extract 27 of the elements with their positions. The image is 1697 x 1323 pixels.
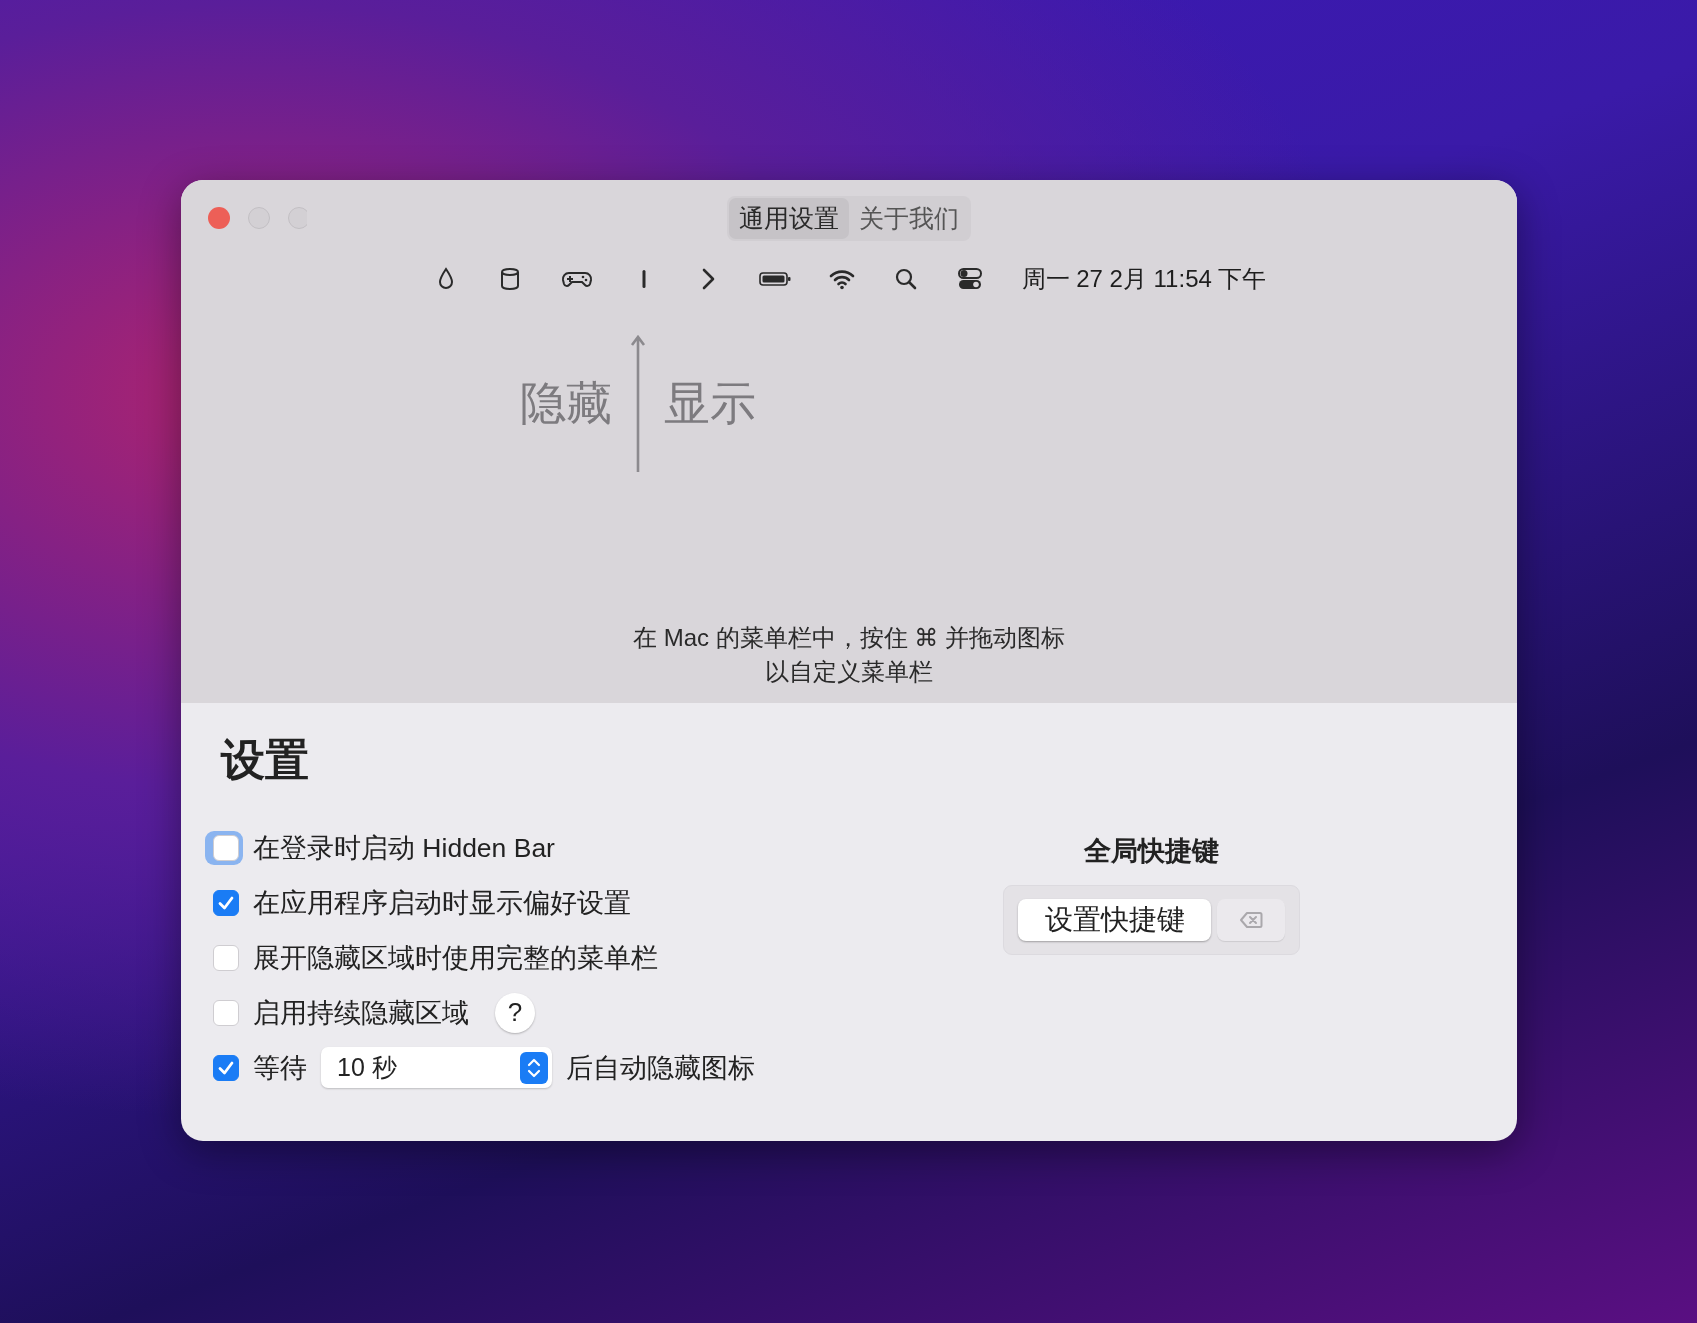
checkbox[interactable] bbox=[213, 889, 239, 916]
option-label: 在应用程序启动时显示偏好设置 bbox=[253, 886, 631, 920]
clear-shortcut-button[interactable] bbox=[1217, 899, 1285, 941]
delete-key-icon bbox=[1239, 911, 1264, 929]
checkbox[interactable] bbox=[213, 944, 239, 971]
shortcut-heading: 全局快捷键 bbox=[1084, 835, 1219, 868]
window-controls-icon[interactable] bbox=[207, 206, 307, 230]
stepper-icon bbox=[520, 1051, 548, 1084]
show-label: 显示 bbox=[664, 376, 756, 431]
delay-select[interactable]: 10 秒 bbox=[321, 1047, 552, 1088]
instruction-text: 在 Mac 的菜单栏中，按住 ⌘ 并拖动图标 bbox=[632, 623, 1066, 653]
record-shortcut-button[interactable]: 设置快捷键 bbox=[1018, 899, 1212, 941]
option-label: 后自动隐藏图标 bbox=[566, 1051, 755, 1085]
option-label: 启用持续隐藏区域 bbox=[253, 996, 469, 1030]
checkbox[interactable] bbox=[213, 1054, 239, 1081]
tab[interactable]: 关于我们 bbox=[849, 197, 969, 239]
option-label: 在登录时启动 Hidden Bar bbox=[253, 831, 555, 865]
menubar-clock: 周一 27 2月 11:54 下午 bbox=[1021, 264, 1267, 294]
hide-label: 隐藏 bbox=[520, 376, 612, 431]
option-label: 展开隐藏区域时使用完整的菜单栏 bbox=[253, 941, 658, 975]
settings-heading: 设置 bbox=[221, 734, 310, 786]
option-label: 等待 bbox=[253, 1051, 307, 1085]
checkbox[interactable] bbox=[213, 834, 239, 861]
instruction-text: 以自定义菜单栏 bbox=[764, 657, 934, 687]
tab[interactable]: 通用设置 bbox=[729, 197, 849, 239]
help-button[interactable]: ? bbox=[495, 992, 535, 1033]
checkbox[interactable] bbox=[213, 999, 239, 1026]
